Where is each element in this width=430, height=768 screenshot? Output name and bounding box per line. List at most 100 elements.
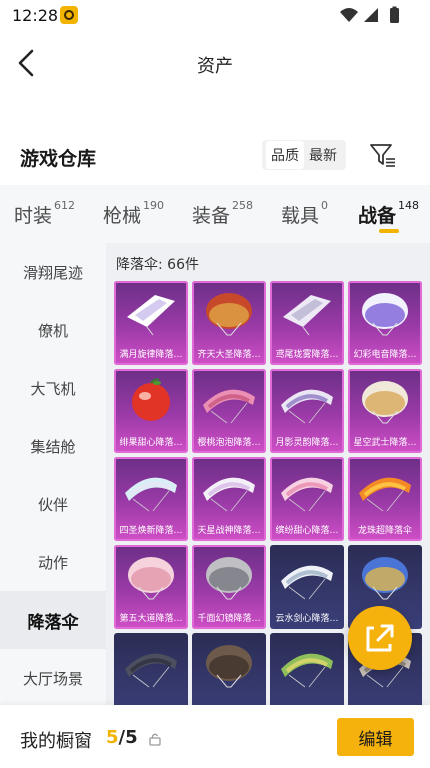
- showcase-count: 5/5: [106, 727, 138, 748]
- tab-firearms[interactable]: 枪械 190: [103, 199, 164, 228]
- parachute-card[interactable]: 千面幻镜降落…: [192, 545, 266, 629]
- tab-battle-prep[interactable]: 战备 148: [358, 199, 420, 228]
- status-time: 12:28: [12, 6, 59, 25]
- parachute-card[interactable]: [270, 633, 344, 705]
- dome-parachute-icon: [206, 557, 252, 600]
- parachute-card[interactable]: 绯果甜心降落…: [114, 369, 188, 453]
- active-tab-indicator: [379, 229, 399, 233]
- parachute-card[interactable]: 鸢尾珑雾降落…: [270, 281, 344, 365]
- parachute-card[interactable]: 天星战神降落…: [192, 457, 266, 541]
- parachute-card[interactable]: [192, 633, 266, 705]
- filter-icon[interactable]: [368, 140, 398, 170]
- apple-parachute-icon: [132, 378, 170, 421]
- tab-label: 装备: [192, 205, 231, 227]
- wing-parachute-icon: [281, 565, 333, 600]
- parachute-card-name: 第五大道降落…: [119, 614, 183, 624]
- showcase-label: 我的橱窗: [20, 731, 92, 752]
- parachute-card[interactable]: 缤纷甜心降落…: [270, 457, 344, 541]
- item-count-label: 降落伞: 66件: [116, 257, 199, 273]
- bottom-bar: 我的橱窗 5/5 编辑: [0, 705, 430, 768]
- parachute-card[interactable]: 龙珠超降落伞: [348, 457, 422, 541]
- tab-label: 枪械: [103, 205, 142, 227]
- parachute-card[interactable]: 樱桃泡泡降落…: [192, 369, 266, 453]
- wifi-icon: [340, 8, 358, 22]
- parachute-card[interactable]: 幻彩电音降落…: [348, 281, 422, 365]
- parachute-card-name: 缤纷甜心降落…: [275, 526, 339, 536]
- parachute-card-name: 鸢尾珑雾降落…: [275, 350, 339, 360]
- sort-toggle: 品质 最新: [262, 140, 346, 170]
- sidebar-item-parachute[interactable]: 降落伞: [0, 591, 106, 649]
- sidebar-item-plane[interactable]: 大飞机: [0, 359, 106, 417]
- wing-parachute-icon: [125, 477, 177, 512]
- parachute-card-name: 四圣焕新降落…: [119, 526, 183, 536]
- dome-parachute-icon: [206, 645, 252, 688]
- sort-quality-button[interactable]: 品质: [266, 141, 304, 169]
- parachute-card-name: 星空武士降落…: [353, 438, 417, 448]
- dome-parachute-icon: [206, 293, 252, 336]
- folded-parachute-icon: [283, 295, 331, 336]
- tab-count: 258: [232, 199, 254, 212]
- subcategory-sidebar: 滑翔尾迹 僚机 大飞机 集结舱 伙伴 动作 降落伞 大厅场景: [0, 243, 106, 705]
- showcase-total: 5: [125, 727, 138, 748]
- parachute-card-name: 幻彩电音降落…: [353, 350, 417, 360]
- wing-parachute-icon: [203, 477, 255, 512]
- parachute-card[interactable]: 月影灵韵降落…: [270, 369, 344, 453]
- tab-fashion[interactable]: 时装 612: [14, 199, 76, 228]
- wing-parachute-icon: [281, 653, 333, 688]
- sort-newest-button[interactable]: 最新: [304, 141, 342, 169]
- parachute-card-name: 樱桃泡泡降落…: [197, 438, 261, 448]
- dome-parachute-icon: [362, 381, 408, 424]
- parachute-card-name: 千面幻镜降落…: [197, 614, 261, 624]
- share-button[interactable]: [348, 606, 412, 670]
- sidebar-item-lobby-scene[interactable]: 大厅场景: [0, 649, 106, 705]
- folded-parachute-icon: [127, 295, 175, 336]
- parachute-card[interactable]: 四圣焕新降落…: [114, 457, 188, 541]
- parachute-card-name: 月影灵韵降落…: [275, 438, 339, 448]
- repository-title: 游戏仓库: [20, 148, 97, 170]
- edit-button[interactable]: 编辑: [337, 718, 414, 756]
- signal-icon: [364, 8, 378, 22]
- category-tabs: 时装 612 枪械 190 装备 258 载具 0 战备 148: [0, 185, 430, 243]
- nav-bar: 资产: [0, 38, 430, 88]
- battery-icon: [390, 8, 399, 23]
- tab-count: 0: [321, 199, 329, 212]
- parachute-card[interactable]: 云水剑心降落…: [270, 545, 344, 629]
- sidebar-item-assembly-pod[interactable]: 集结舱: [0, 417, 106, 475]
- wing-parachute-icon: [359, 477, 411, 512]
- parachute-card-name: 齐天大圣降落…: [197, 350, 261, 360]
- parachute-card-name: 云水剑心降落…: [275, 614, 339, 624]
- parachute-card[interactable]: 满月旋律降落…: [114, 281, 188, 365]
- dome-parachute-icon: [128, 557, 174, 600]
- parachute-card[interactable]: 第五大道降落…: [114, 545, 188, 629]
- wing-parachute-icon: [125, 653, 177, 688]
- wing-parachute-icon: [281, 389, 333, 424]
- tab-label: 载具: [281, 205, 320, 227]
- sidebar-item-glide-trail[interactable]: 滑翔尾迹: [0, 243, 106, 301]
- tab-label: 时装: [14, 205, 53, 227]
- sidebar-item-emote[interactable]: 动作: [0, 533, 106, 591]
- parachute-card[interactable]: [114, 633, 188, 705]
- sidebar-item-companion[interactable]: 伙伴: [0, 475, 106, 533]
- parachute-card-name: 满月旋律降落…: [119, 350, 183, 360]
- wing-parachute-icon: [281, 477, 333, 512]
- tab-count: 612: [54, 199, 76, 212]
- tab-count: 148: [398, 199, 420, 212]
- parachute-card-name: 绯果甜心降落…: [119, 438, 183, 448]
- parachute-card[interactable]: 齐天大圣降落…: [192, 281, 266, 365]
- page-title: 资产: [197, 56, 233, 77]
- repository-header: 游戏仓库 品质 最新: [0, 136, 430, 176]
- sidebar-item-wingman[interactable]: 僚机: [0, 301, 106, 359]
- tab-vehicles[interactable]: 载具 0: [281, 199, 329, 228]
- parachute-card-name: 天星战神降落…: [197, 526, 261, 536]
- parachute-card-name: 龙珠超降落伞: [357, 526, 412, 536]
- showcase-current: 5: [106, 727, 119, 748]
- app-notification-icon: [60, 6, 78, 24]
- parachute-card[interactable]: 星空武士降落…: [348, 369, 422, 453]
- status-bar: 12:28: [0, 0, 430, 30]
- wing-parachute-icon: [203, 389, 255, 424]
- tab-label: 战备: [358, 205, 397, 227]
- dome-parachute-icon: [362, 293, 408, 336]
- status-icons: [340, 6, 399, 23]
- dome-parachute-icon: [362, 557, 408, 600]
- tab-equipment[interactable]: 装备 258: [192, 199, 254, 228]
